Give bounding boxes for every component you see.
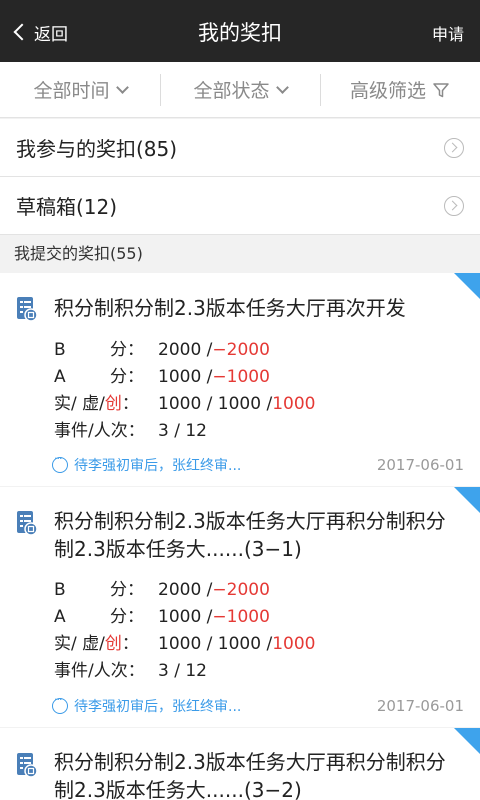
comment-icon bbox=[52, 693, 68, 714]
b-negative: −2000 bbox=[212, 340, 270, 360]
a-value: 1000 / bbox=[158, 607, 213, 627]
card-title: 积分制积分制2.3版本任务大厅再积分制积分制2.3版本任务大......(3−2… bbox=[54, 750, 446, 800]
row-drafts[interactable]: 草稿箱(12) bbox=[0, 177, 480, 235]
document-list-icon bbox=[17, 753, 38, 778]
a-value: 1000 / bbox=[158, 367, 213, 387]
svc-label: 实/ 虚/ bbox=[54, 634, 105, 654]
event-value: 3 / 12 bbox=[158, 661, 207, 681]
comment-icon bbox=[52, 452, 68, 473]
status-link[interactable]: 待李强初审后，张红终审... bbox=[52, 452, 242, 475]
svc-value-red: 1000 bbox=[272, 634, 316, 654]
event-value: 3 / 12 bbox=[158, 421, 207, 441]
status-link[interactable]: 待李强初审后，张红终审... bbox=[52, 693, 242, 716]
apply-button[interactable]: 申请 bbox=[432, 21, 464, 45]
date: 2017-06-01 bbox=[376, 456, 464, 474]
a-unit: 分： bbox=[110, 367, 144, 387]
chevron-down-icon bbox=[115, 81, 129, 94]
filter-advanced[interactable]: 高级筛选 bbox=[320, 62, 480, 117]
filter-bar: 全部时间 全部状态 高级筛选 bbox=[0, 62, 480, 118]
section-header: 我提交的奖扣(55) bbox=[0, 235, 480, 273]
b-value: 2000 / bbox=[158, 340, 213, 360]
event-label: 事件/人次： bbox=[54, 421, 145, 441]
status-text: 待李强初审后，张红终审... bbox=[74, 699, 242, 715]
event-label: 事件/人次： bbox=[54, 661, 145, 681]
a-label: A bbox=[54, 367, 66, 387]
b-label: B bbox=[54, 580, 66, 600]
svc-label-red: 创 bbox=[104, 634, 122, 654]
b-unit: 分： bbox=[110, 340, 144, 360]
list-item[interactable]: 积分制积分制2.3版本任务大厅再积分制积分制2.3版本任务大......(3−2… bbox=[0, 728, 480, 800]
card-title: 积分制积分制2.3版本任务大厅再次开发 bbox=[54, 296, 406, 320]
svc-label-colon: ： bbox=[121, 634, 139, 654]
date: 2017-06-01 bbox=[376, 697, 464, 715]
card-title: 积分制积分制2.3版本任务大厅再积分制积分制2.3版本任务大......(3−1… bbox=[54, 509, 446, 561]
svc-value-red: 1000 bbox=[272, 394, 316, 414]
filter-status[interactable]: 全部状态 bbox=[160, 62, 320, 117]
filter-time-label: 全部时间 bbox=[33, 80, 110, 102]
row-drafts-label: 草稿箱(12) bbox=[16, 195, 118, 219]
a-label: A bbox=[54, 607, 66, 627]
a-negative: −1000 bbox=[212, 367, 270, 387]
document-list-icon bbox=[17, 297, 38, 322]
row-participated-label: 我参与的奖扣(85) bbox=[16, 137, 178, 161]
filter-time[interactable]: 全部时间 bbox=[0, 62, 160, 117]
list-item[interactable]: 积分制积分制2.3版本任务大厅再次开发 B 分： 2000 / −2000 A 分： 1… bbox=[0, 273, 480, 486]
list-item[interactable]: 积分制积分制2.3版本任务大厅再积分制积分制2.3版本任务大......(3−1… bbox=[0, 487, 480, 727]
card-info: B 分： 2000 / −2000 A 分： 1000 / −1000 实/ 虚/ 创：… bbox=[54, 337, 315, 445]
chevron-down-icon bbox=[275, 81, 289, 94]
svc-value: 1000 / 1000 / bbox=[158, 634, 273, 654]
svc-label-colon: ： bbox=[121, 394, 139, 414]
svc-label: 实/ 虚/ bbox=[54, 394, 105, 414]
row-participated[interactable]: 我参与的奖扣(85) bbox=[0, 119, 480, 177]
page-title: 我的奖扣 bbox=[198, 21, 282, 45]
funnel-icon bbox=[433, 82, 449, 97]
svc-value: 1000 / 1000 / bbox=[158, 394, 273, 414]
b-value: 2000 / bbox=[158, 580, 213, 600]
a-negative: −1000 bbox=[212, 607, 270, 627]
document-list-icon bbox=[17, 511, 38, 536]
card-info: B 分： 2000 / −2000 A 分： 1000 / −1000 实/ 虚/ 创：… bbox=[54, 577, 315, 685]
chevron-right-circle-icon bbox=[444, 138, 464, 158]
filter-status-label: 全部状态 bbox=[193, 80, 270, 102]
b-label: B bbox=[54, 340, 66, 360]
a-unit: 分： bbox=[110, 607, 144, 627]
b-unit: 分： bbox=[110, 580, 144, 600]
status-text: 待李强初审后，张红终审... bbox=[74, 458, 242, 474]
top-bar: 返回 我的奖扣 申请 bbox=[0, 0, 480, 62]
filter-advanced-label: 高级筛选 bbox=[349, 80, 426, 102]
b-negative: −2000 bbox=[212, 580, 270, 600]
svc-label-red: 创 bbox=[104, 394, 122, 414]
chevron-right-circle-icon bbox=[444, 196, 464, 216]
